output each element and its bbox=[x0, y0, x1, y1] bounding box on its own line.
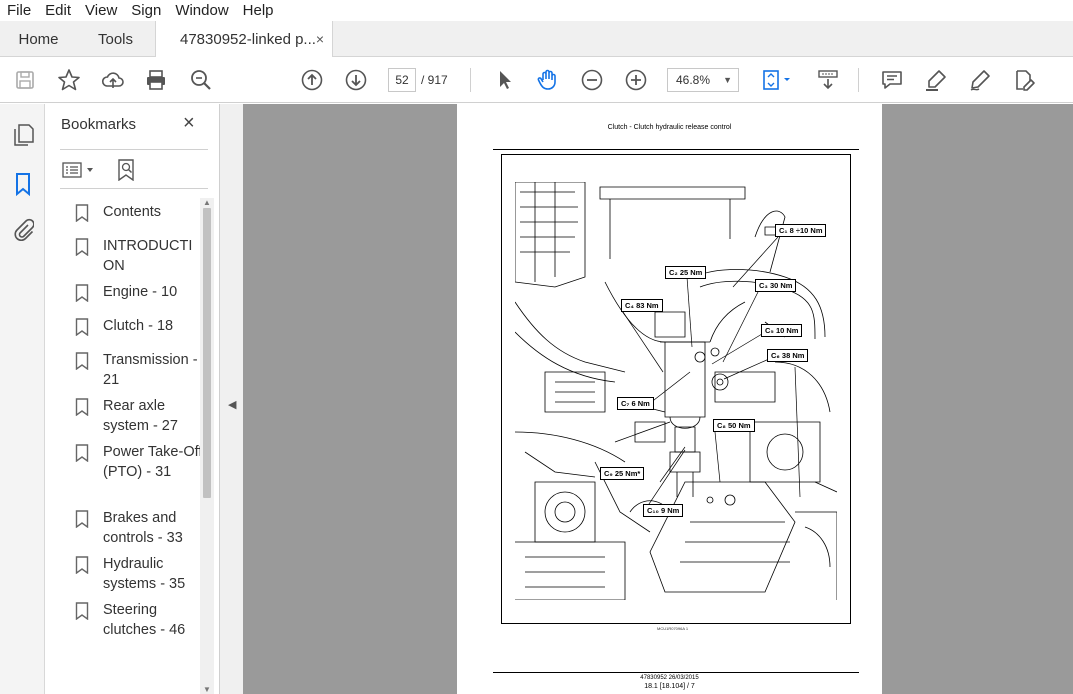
bookmark-flag-icon bbox=[75, 398, 89, 416]
menu-window[interactable]: Window bbox=[168, 0, 235, 21]
star-icon[interactable] bbox=[56, 67, 82, 93]
page-total: / 917 bbox=[421, 73, 448, 87]
bookmarks-toolbar bbox=[60, 149, 208, 189]
torque-callout-c10: C₁₀ 9 Nm bbox=[643, 504, 684, 517]
close-tab-icon[interactable]: × bbox=[316, 31, 324, 47]
menu-sign[interactable]: Sign bbox=[124, 0, 168, 21]
select-arrow-icon[interactable] bbox=[491, 67, 517, 93]
highlight-icon[interactable] bbox=[923, 67, 949, 93]
scroll-up-icon[interactable]: ▲ bbox=[203, 198, 211, 207]
bookmark-label: Contents bbox=[103, 204, 162, 220]
zoom-search-icon[interactable] bbox=[188, 67, 214, 93]
pages-icon[interactable] bbox=[10, 122, 36, 148]
menu-edit[interactable]: Edit bbox=[38, 0, 78, 21]
collapse-arrow-icon: ◀ bbox=[228, 399, 237, 411]
torque-callout-c8: C₈ 50 Nm bbox=[713, 419, 755, 432]
print-icon[interactable] bbox=[143, 67, 169, 93]
bookmark-flag-icon bbox=[75, 510, 89, 528]
page-number-input[interactable]: 52 bbox=[388, 68, 416, 92]
bookmarks-scrollbar[interactable]: ▲ ▼ bbox=[200, 198, 214, 694]
menu-bar: File Edit View Sign Window Help bbox=[0, 0, 1073, 21]
attachment-icon[interactable] bbox=[10, 217, 36, 243]
hand-icon[interactable] bbox=[535, 67, 561, 93]
clutch-hydraulic-diagram bbox=[515, 182, 837, 600]
document-viewport[interactable]: Clutch - Clutch hydraulic release contro… bbox=[243, 104, 1073, 694]
menu-help[interactable]: Help bbox=[236, 0, 281, 21]
toolbar: 52 / 917 46.8% ▼ bbox=[0, 57, 1073, 103]
page-header: Clutch - Clutch hydraulic release contro… bbox=[607, 124, 732, 131]
upload-icon[interactable] bbox=[100, 67, 126, 93]
menu-view[interactable]: View bbox=[78, 0, 124, 21]
bookmark-flag-icon bbox=[75, 444, 89, 462]
torque-callout-c9: C₉ 25 Nm* bbox=[600, 467, 645, 480]
header-rule bbox=[493, 149, 859, 150]
close-icon[interactable]: × bbox=[183, 112, 195, 135]
bookmark-label: Clutch - 18 bbox=[103, 318, 174, 334]
scroll-mode-icon[interactable] bbox=[815, 67, 841, 93]
bookmark-flag-icon bbox=[75, 318, 89, 336]
chevron-down-icon: ▼ bbox=[723, 75, 732, 85]
torque-callout-c4: C₄ 83 Nm bbox=[621, 299, 663, 312]
bookmark-label: Hydraulic systems - 35 bbox=[103, 556, 186, 592]
sign-icon[interactable] bbox=[967, 67, 993, 93]
footer-doc-date: 47830952 26/03/2015 bbox=[640, 675, 699, 681]
bookmark-label: Rear axle system - 27 bbox=[103, 398, 178, 434]
pdf-page: Clutch - Clutch hydraulic release contro… bbox=[457, 104, 882, 694]
save-icon[interactable] bbox=[12, 67, 38, 93]
zoom-level-select[interactable]: 46.8% ▼ bbox=[667, 68, 739, 92]
bookmark-icon[interactable] bbox=[10, 171, 36, 197]
edit-pdf-icon[interactable] bbox=[1011, 67, 1037, 93]
page-up-icon[interactable] bbox=[299, 67, 325, 93]
bookmark-flag-icon bbox=[75, 556, 89, 574]
tab-bar: Home Tools 47830952-linked p... × bbox=[0, 21, 1073, 58]
fit-page-icon[interactable] bbox=[759, 67, 795, 93]
footer-page-ref: 18.1 [18.104] / 7 bbox=[644, 683, 695, 690]
torque-callout-c6: C₆ 38 Nm bbox=[767, 349, 809, 362]
bookmark-flag-icon bbox=[75, 602, 89, 620]
bookmark-flag-icon bbox=[75, 238, 89, 256]
torque-callout-c2: C₂ 25 Nm bbox=[665, 266, 707, 279]
bookmark-options-icon[interactable] bbox=[62, 159, 98, 181]
menu-file[interactable]: File bbox=[0, 0, 38, 21]
figure-code: MCU1R07096A 1 bbox=[657, 626, 689, 631]
bookmark-label: Power Take-Off (PTO) - 31 bbox=[103, 444, 203, 480]
bookmark-flag-icon bbox=[75, 204, 89, 222]
navigation-rail bbox=[0, 104, 45, 694]
torque-callout-c7: C₇ 6 Nm bbox=[617, 397, 654, 410]
bookmark-label: Brakes and controls - 33 bbox=[103, 510, 183, 546]
page-down-icon[interactable] bbox=[343, 67, 369, 93]
torque-callout-c3: C₃ 30 Nm bbox=[755, 279, 797, 292]
bookmark-flag-icon bbox=[75, 352, 89, 370]
torque-callout-c1: C₁ 8 ÷10 Nm bbox=[775, 224, 827, 237]
footer-rule bbox=[493, 672, 859, 673]
bookmarks-panel-title: Bookmarks bbox=[61, 116, 137, 133]
zoom-out-icon[interactable] bbox=[579, 67, 605, 93]
zoom-level-value: 46.8% bbox=[676, 73, 711, 87]
scrollbar-thumb[interactable] bbox=[203, 208, 211, 498]
scroll-down-icon[interactable]: ▼ bbox=[203, 685, 211, 694]
tab-document[interactable]: 47830952-linked p... × bbox=[155, 21, 333, 58]
bookmark-label: Steering clutches - 46 bbox=[103, 602, 186, 638]
bookmark-label: Transmission - 21 bbox=[103, 352, 198, 388]
bookmark-flag-icon bbox=[75, 284, 89, 302]
tab-tools[interactable]: Tools bbox=[77, 21, 154, 57]
bookmark-label: Engine - 10 bbox=[103, 284, 178, 300]
torque-callout-c5: C₅ 10 Nm bbox=[761, 324, 803, 337]
tab-document-label: 47830952-linked p... bbox=[180, 31, 316, 48]
zoom-in-icon[interactable] bbox=[623, 67, 649, 93]
comment-icon[interactable] bbox=[879, 67, 905, 93]
panel-collapse-handle[interactable]: ◀ bbox=[220, 104, 243, 694]
bookmark-label: INTRODUCTI ON bbox=[103, 238, 193, 274]
toolbar-divider bbox=[858, 68, 859, 92]
bookmarks-panel: Bookmarks × Contents INTRODUCTI ON Engin… bbox=[45, 104, 220, 694]
toolbar-divider bbox=[470, 68, 471, 92]
new-bookmark-icon[interactable] bbox=[115, 159, 137, 182]
tab-home[interactable]: Home bbox=[0, 21, 77, 57]
